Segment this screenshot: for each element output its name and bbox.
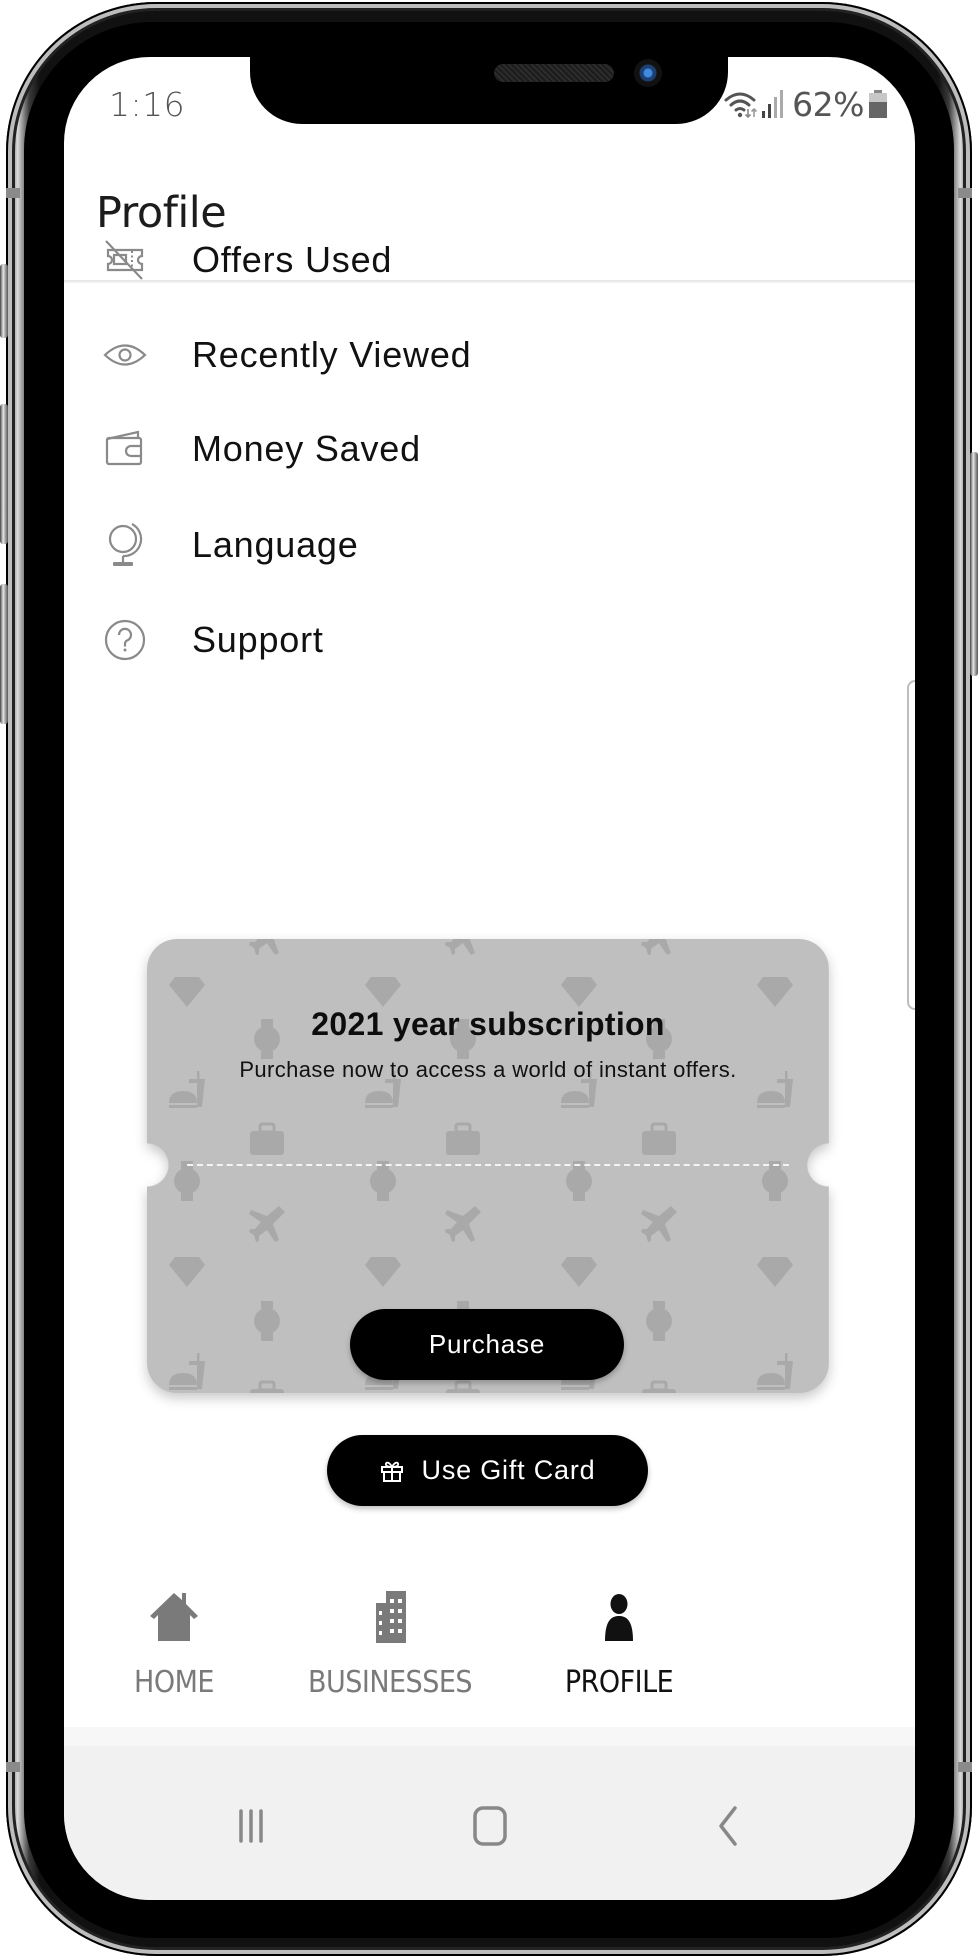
subscription-title: 2021 year subscription — [311, 1006, 665, 1042]
side-button — [0, 264, 8, 338]
briefcase-icon — [642, 1380, 676, 1393]
battery-fill — [869, 102, 887, 118]
recent-apps-icon — [239, 1809, 263, 1843]
power-button — [970, 452, 978, 676]
briefcase-icon — [642, 1122, 676, 1155]
antenna-band — [6, 1762, 20, 1772]
diamond-icon — [365, 977, 401, 1007]
fast-food-icon — [757, 1353, 793, 1390]
earpiece-speaker — [494, 64, 614, 82]
watch-icon — [174, 1161, 200, 1201]
back-button[interactable] — [687, 1786, 767, 1866]
menu-item-label: Language — [192, 524, 359, 565]
tab-profile[interactable]: PROFILE — [509, 1567, 729, 1717]
volume-up-button — [0, 404, 8, 544]
airplane-icon — [249, 1206, 285, 1242]
antenna-band — [958, 188, 972, 198]
nav-divider — [64, 1727, 915, 1747]
watch-icon — [370, 1161, 396, 1201]
menu-item-label: Money Saved — [192, 428, 421, 469]
diamond-icon — [169, 1257, 205, 1287]
front-camera — [634, 59, 662, 87]
status-icons: 62% — [724, 84, 887, 124]
briefcase-icon — [250, 1122, 284, 1155]
menu-item-recently-viewed[interactable]: Recently Viewed — [64, 307, 915, 403]
tab-home[interactable]: HOME — [64, 1567, 284, 1717]
briefcase-icon — [446, 1122, 480, 1155]
bottom-tab-bar: HOME BUSINESSES PROFILE — [64, 1567, 915, 1727]
subscription-subtitle: Purchase now to access a world of instan… — [239, 1057, 737, 1082]
antenna-band — [958, 1762, 972, 1772]
eye-icon — [102, 332, 148, 378]
offers-used-icon — [102, 237, 148, 283]
subscription-card: 2021 year subscription Purchase now to a… — [147, 939, 829, 1393]
wallet-icon — [102, 426, 148, 472]
airplane-icon — [445, 1206, 481, 1242]
home-button[interactable] — [450, 1786, 530, 1866]
tab-businesses[interactable]: BUSINESSES — [280, 1567, 500, 1717]
menu-item-offers-used[interactable]: Offers Used — [64, 212, 915, 308]
globe-icon — [102, 522, 148, 568]
use-gift-card-button[interactable]: Use Gift Card — [327, 1435, 648, 1506]
signal-icon — [762, 90, 784, 118]
airplane-icon — [641, 1206, 677, 1242]
diamond-icon — [169, 977, 205, 1007]
recent-apps-button[interactable] — [211, 1786, 291, 1866]
menu-item-label: Offers Used — [192, 239, 393, 280]
watch-icon — [646, 1301, 672, 1341]
watch-icon — [566, 1161, 592, 1201]
ticket-perforation — [187, 1164, 789, 1166]
building-icon — [376, 1591, 406, 1643]
screen: 1:16 62% Profile Offers Used Recently Vi… — [64, 57, 915, 1900]
diamond-icon — [757, 1257, 793, 1287]
menu-item-label: Support — [192, 619, 324, 660]
tab-label: PROFILE — [564, 1665, 674, 1700]
diamond-icon — [757, 977, 793, 1007]
menu-item-money-saved[interactable]: Money Saved — [64, 401, 915, 497]
home-icon — [150, 1593, 198, 1641]
tab-label: HOME — [134, 1665, 214, 1700]
system-navigation-bar — [64, 1746, 915, 1900]
tab-label: BUSINESSES — [307, 1665, 473, 1700]
airplane-icon — [641, 939, 671, 955]
person-icon — [605, 1594, 633, 1641]
menu-item-support[interactable]: Support — [64, 592, 915, 688]
wifi-icon — [724, 92, 758, 119]
airplane-icon — [249, 939, 279, 955]
diamond-icon — [365, 1257, 401, 1287]
watch-icon — [254, 1301, 280, 1341]
gift-icon — [380, 1461, 403, 1482]
fast-food-icon — [169, 1353, 205, 1390]
status-time: 1:16 — [109, 85, 186, 124]
edge-panel-handle[interactable] — [907, 680, 915, 1010]
help-circle-icon — [102, 617, 148, 663]
home-circle-icon — [473, 1806, 507, 1846]
menu-item-label: Recently Viewed — [192, 334, 472, 375]
purchase-button[interactable]: Purchase — [350, 1309, 624, 1380]
back-chevron-icon — [719, 1806, 737, 1846]
watch-icon — [762, 1161, 788, 1201]
gift-card-label: Use Gift Card — [421, 1455, 596, 1485]
volume-down-button — [0, 584, 8, 724]
airplane-icon — [445, 939, 475, 955]
menu-item-language[interactable]: Language — [64, 497, 915, 593]
battery-icon — [869, 90, 887, 118]
diamond-icon — [561, 977, 597, 1007]
briefcase-icon — [250, 1380, 284, 1393]
antenna-band — [6, 188, 20, 198]
diamond-icon — [561, 1257, 597, 1287]
notch — [250, 57, 728, 124]
battery-percent: 62% — [792, 84, 864, 124]
